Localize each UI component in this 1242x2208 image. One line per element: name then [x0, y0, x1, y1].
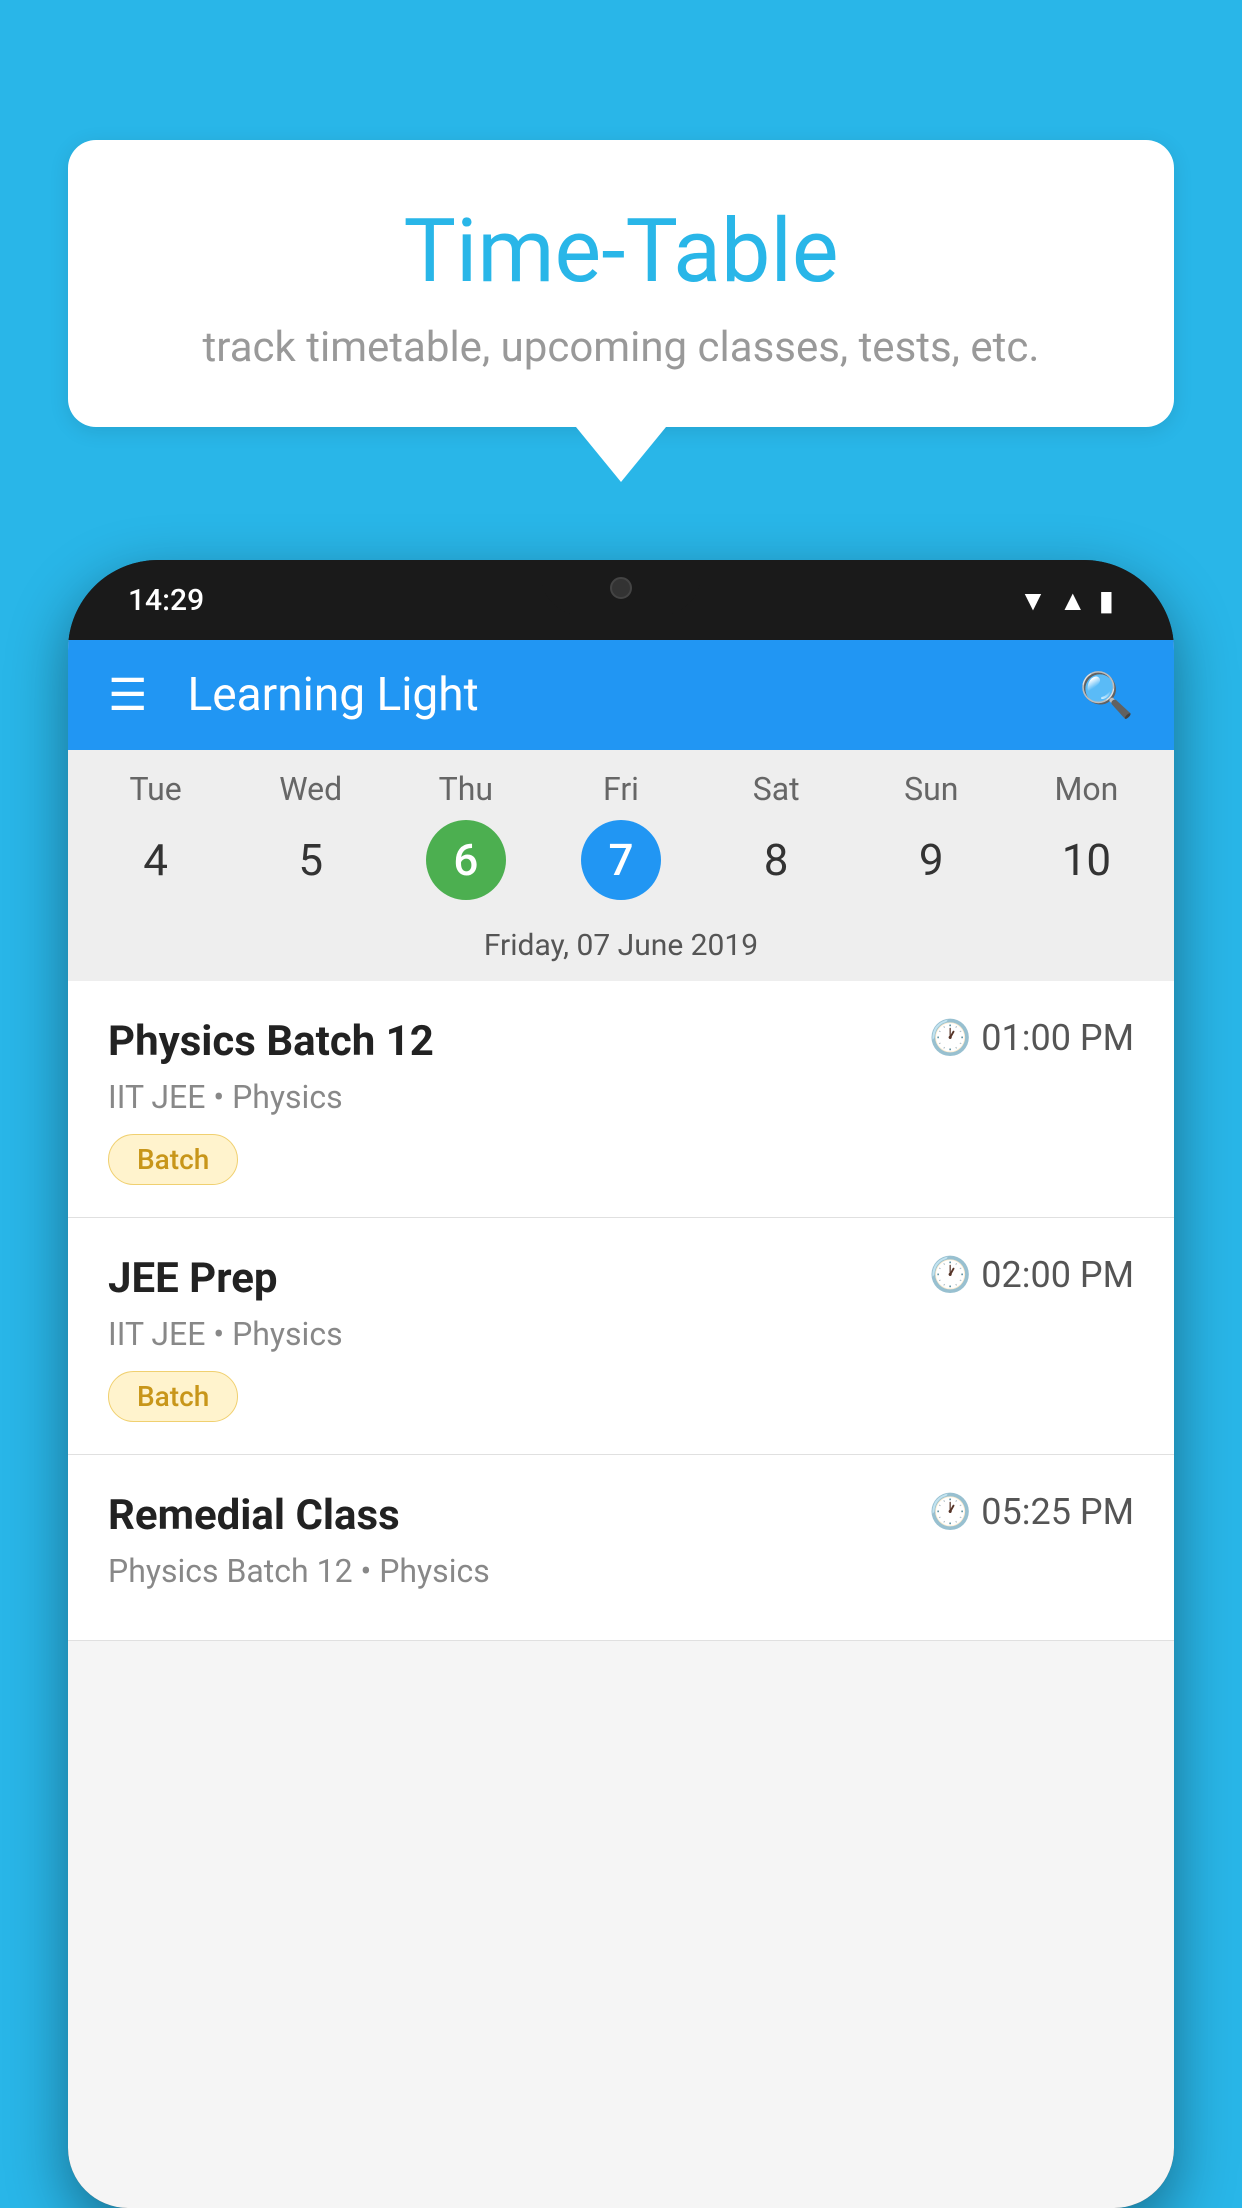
app-bar-title: Learning Light	[187, 668, 1079, 722]
day-cell-4[interactable]: 4	[78, 820, 233, 900]
day-headers: Tue Wed Thu Fri Sat Sun Mon	[68, 770, 1174, 820]
day-cell-7[interactable]: 7	[543, 820, 698, 900]
wifi-icon: ▼	[1019, 584, 1047, 617]
class-time-1: 🕐 01:00 PM	[929, 1017, 1134, 1059]
class-list: Physics Batch 12 🕐 01:00 PM IIT JEE • Ph…	[68, 981, 1174, 1641]
status-bar: 14:29 ▼ ▲ ▮	[68, 560, 1174, 640]
day-cell-6[interactable]: 6	[388, 820, 543, 900]
phone-frame: 14:29 ▼ ▲ ▮ ☰ Learning Light 🔍 Tue Wed T…	[68, 560, 1174, 2208]
day-numbers: 4 5 6 7 8 9 10	[68, 820, 1174, 918]
day-number-10[interactable]: 10	[1075, 820, 1097, 900]
day-number-9[interactable]: 9	[920, 820, 942, 900]
selected-date-label: Friday, 07 June 2019	[68, 918, 1174, 981]
class-time-2: 🕐 02:00 PM	[929, 1254, 1134, 1296]
day-number-6-today[interactable]: 6	[426, 820, 506, 900]
clock-icon-2: 🕐	[929, 1255, 971, 1295]
speech-bubble-section: Time-Table track timetable, upcoming cla…	[68, 140, 1174, 482]
class-item-physics-batch[interactable]: Physics Batch 12 🕐 01:00 PM IIT JEE • Ph…	[68, 981, 1174, 1218]
calendar-strip: Tue Wed Thu Fri Sat Sun Mon 4 5 6 7	[68, 750, 1174, 981]
clock-icon-3: 🕐	[929, 1492, 971, 1532]
clock-icon-1: 🕐	[929, 1018, 971, 1058]
class-item-header-2: JEE Prep 🕐 02:00 PM	[108, 1254, 1134, 1303]
day-header-mon: Mon	[1009, 770, 1164, 808]
day-cell-8[interactable]: 8	[699, 820, 854, 900]
class-item-header-1: Physics Batch 12 🕐 01:00 PM	[108, 1017, 1134, 1066]
day-header-sat: Sat	[699, 770, 854, 808]
day-cell-9[interactable]: 9	[854, 820, 1009, 900]
status-icons: ▼ ▲ ▮	[1019, 584, 1114, 617]
class-time-value-3: 05:25 PM	[981, 1491, 1134, 1533]
day-header-fri: Fri	[543, 770, 698, 808]
day-cell-10[interactable]: 10	[1009, 820, 1164, 900]
day-number-5[interactable]: 5	[300, 820, 322, 900]
class-time-value-2: 02:00 PM	[981, 1254, 1134, 1296]
class-item-remedial[interactable]: Remedial Class 🕐 05:25 PM Physics Batch …	[68, 1455, 1174, 1641]
class-name-3: Remedial Class	[108, 1491, 400, 1540]
batch-tag-2: Batch	[108, 1371, 238, 1422]
phone-notch	[541, 560, 701, 615]
speech-bubble: Time-Table track timetable, upcoming cla…	[68, 140, 1174, 427]
class-subtitle-2: IIT JEE • Physics	[108, 1315, 1134, 1353]
app-bar: ☰ Learning Light 🔍	[68, 640, 1174, 750]
hamburger-icon[interactable]: ☰	[108, 669, 147, 721]
class-time-3: 🕐 05:25 PM	[929, 1491, 1134, 1533]
speech-bubble-title: Time-Table	[148, 200, 1094, 303]
day-header-wed: Wed	[233, 770, 388, 808]
class-subtitle-3: Physics Batch 12 • Physics	[108, 1552, 1134, 1590]
class-name-1: Physics Batch 12	[108, 1017, 434, 1066]
batch-tag-1: Batch	[108, 1134, 238, 1185]
day-header-sun: Sun	[854, 770, 1009, 808]
day-header-thu: Thu	[388, 770, 543, 808]
search-icon[interactable]: 🔍	[1079, 669, 1134, 721]
day-cell-5[interactable]: 5	[233, 820, 388, 900]
day-header-tue: Tue	[78, 770, 233, 808]
day-number-4[interactable]: 4	[145, 820, 167, 900]
battery-icon: ▮	[1099, 584, 1114, 617]
speech-bubble-subtitle: track timetable, upcoming classes, tests…	[148, 323, 1094, 372]
class-subtitle-1: IIT JEE • Physics	[108, 1078, 1134, 1116]
class-time-value-1: 01:00 PM	[981, 1017, 1134, 1059]
class-item-header-3: Remedial Class 🕐 05:25 PM	[108, 1491, 1134, 1540]
class-name-2: JEE Prep	[108, 1254, 278, 1303]
signal-icon: ▲	[1059, 584, 1087, 617]
class-item-jee-prep[interactable]: JEE Prep 🕐 02:00 PM IIT JEE • Physics Ba…	[68, 1218, 1174, 1455]
speech-bubble-arrow	[576, 427, 666, 482]
status-time: 14:29	[128, 583, 204, 618]
day-number-7-selected[interactable]: 7	[581, 820, 661, 900]
day-number-8[interactable]: 8	[765, 820, 787, 900]
app-screen: ☰ Learning Light 🔍 Tue Wed Thu Fri Sat S…	[68, 640, 1174, 2208]
phone-camera	[610, 577, 632, 599]
